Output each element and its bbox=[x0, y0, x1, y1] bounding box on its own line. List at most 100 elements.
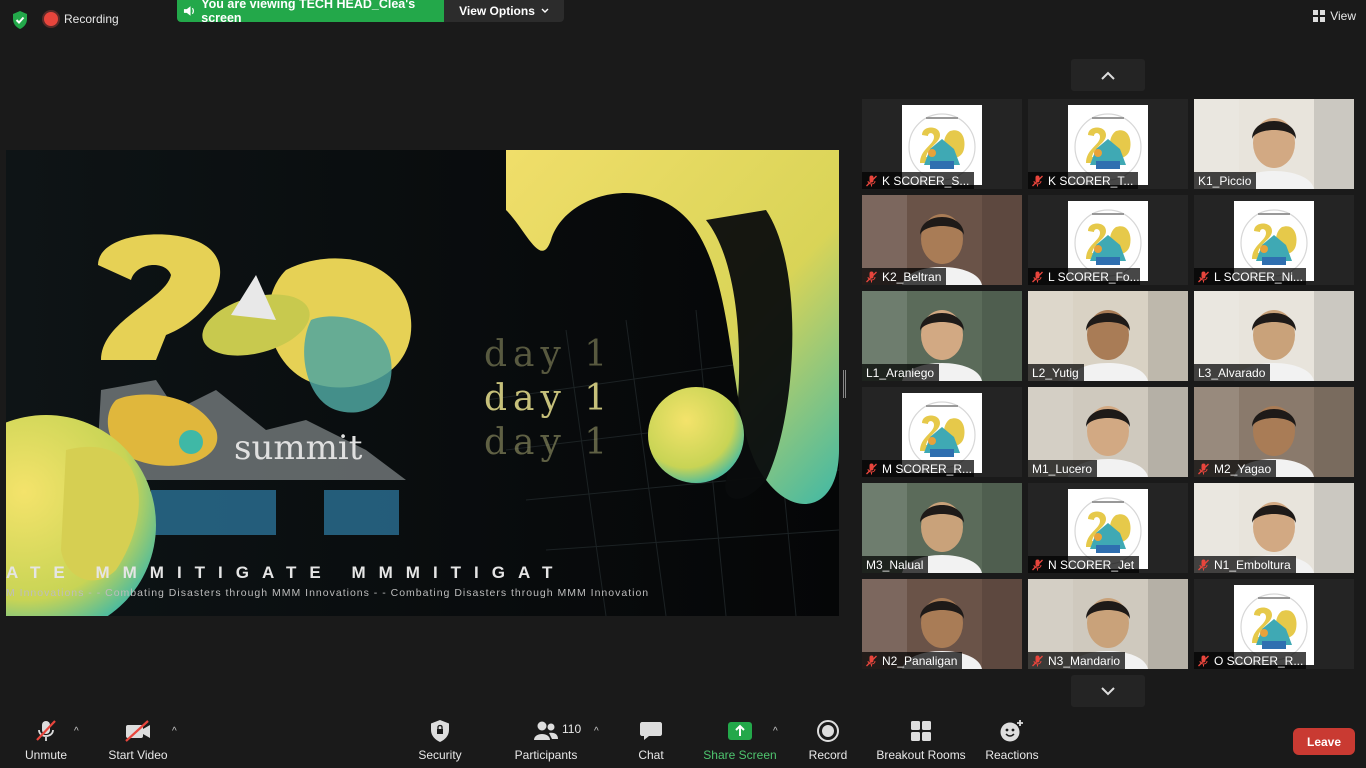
reactions-label: Reactions bbox=[985, 748, 1039, 762]
share-screen-label: Share Screen bbox=[703, 748, 777, 762]
day-text-3: day 1 bbox=[484, 422, 614, 463]
view-options-button[interactable]: View Options bbox=[444, 0, 564, 22]
participant-name-tag: M SCORER_R... bbox=[862, 460, 974, 477]
chevron-down-icon bbox=[541, 8, 549, 13]
muted-microphone-icon bbox=[33, 718, 59, 744]
participant-tile[interactable]: K SCORER_T... bbox=[1028, 99, 1188, 189]
breakout-rooms-label: Breakout Rooms bbox=[876, 748, 966, 762]
shield-icon bbox=[429, 718, 451, 744]
participant-name-tag: L SCORER_Fo... bbox=[1028, 268, 1140, 285]
record-label: Record bbox=[808, 748, 848, 762]
muted-mic-icon bbox=[1198, 655, 1209, 666]
participants-count: 110 bbox=[562, 722, 582, 736]
participant-tile[interactable]: M SCORER_R... bbox=[862, 387, 1022, 477]
start-video-button[interactable]: Start Video bbox=[104, 712, 172, 768]
viewing-screen-banner: You are viewing TECH HEAD_Clea's screen bbox=[177, 0, 444, 25]
muted-mic-icon bbox=[866, 175, 877, 186]
participant-tile[interactable]: K2_Beltran bbox=[862, 195, 1022, 285]
breakout-rooms-icon bbox=[910, 718, 932, 744]
shared-screen: day 1 day 1 day 1 summit ATE MMMITIGATE … bbox=[6, 150, 839, 616]
participant-tile[interactable]: K1_Piccio bbox=[1194, 99, 1354, 189]
participant-tile[interactable]: M2_Yagao bbox=[1194, 387, 1354, 477]
participant-tile[interactable]: K SCORER_S... bbox=[862, 99, 1022, 189]
participant-name-tag: O SCORER_R... bbox=[1194, 652, 1306, 669]
participant-name-tag: K SCORER_T... bbox=[1028, 172, 1139, 189]
participant-name: K SCORER_S... bbox=[882, 173, 970, 188]
muted-mic-icon bbox=[1198, 463, 1209, 474]
participant-tile[interactable]: M1_Lucero bbox=[1028, 387, 1188, 477]
participant-tile[interactable]: N1_Emboltura bbox=[1194, 483, 1354, 573]
participants-icon bbox=[532, 718, 560, 744]
security-shield-icon[interactable] bbox=[10, 10, 30, 30]
recording-dot-icon bbox=[44, 12, 58, 26]
participant-name-tag: K2_Beltran bbox=[862, 268, 947, 285]
participant-name: N3_Mandario bbox=[1048, 653, 1121, 668]
record-button[interactable]: Record bbox=[804, 712, 852, 768]
chat-label: Chat bbox=[638, 748, 664, 762]
audio-options-caret-icon[interactable]: ^ bbox=[74, 726, 79, 737]
participant-name: L1_Araniego bbox=[866, 365, 935, 380]
participant-name: L SCORER_Fo... bbox=[1048, 269, 1140, 284]
unmute-button[interactable]: Unmute bbox=[18, 712, 74, 768]
record-icon bbox=[816, 718, 840, 744]
video-options-caret-icon[interactable]: ^ bbox=[172, 726, 177, 737]
participants-options-caret-icon[interactable]: ^ bbox=[594, 726, 599, 737]
breakout-rooms-button[interactable]: Breakout Rooms bbox=[874, 712, 968, 768]
grid-view-icon bbox=[1313, 10, 1326, 22]
participant-name-tag: M2_Yagao bbox=[1194, 460, 1277, 477]
participant-tile[interactable]: L1_Araniego bbox=[862, 291, 1022, 381]
gallery-next-page-button[interactable] bbox=[1071, 675, 1145, 707]
unmute-label: Unmute bbox=[24, 748, 68, 762]
participant-tile[interactable]: N3_Mandario bbox=[1028, 579, 1188, 669]
participant-name-tag: M1_Lucero bbox=[1028, 460, 1098, 477]
view-label: View bbox=[1330, 9, 1356, 23]
meeting-toolbar: Unmute ^ Start Video ^ Security Particip… bbox=[0, 712, 1366, 768]
participant-name: O SCORER_R... bbox=[1214, 653, 1304, 668]
participant-name: L3_Alvarado bbox=[1198, 365, 1266, 380]
security-button[interactable]: Security bbox=[414, 712, 466, 768]
recording-indicator[interactable]: Recording bbox=[44, 12, 119, 26]
participant-tile[interactable]: L SCORER_Ni... bbox=[1194, 195, 1354, 285]
participant-name: M SCORER_R... bbox=[882, 461, 973, 476]
security-label: Security bbox=[418, 748, 462, 762]
mmmitigate-marquee: ATE MMMITIGATE MMMITIGAT bbox=[6, 563, 566, 582]
participant-name-tag: L3_Alvarado bbox=[1194, 364, 1271, 381]
participant-tile[interactable]: L SCORER_Fo... bbox=[1028, 195, 1188, 285]
day-text-2: day 1 bbox=[484, 378, 614, 419]
participant-name: L SCORER_Ni... bbox=[1214, 269, 1303, 284]
participant-tile[interactable]: L2_Yutig bbox=[1028, 291, 1188, 381]
participant-name: N2_Panaligan bbox=[882, 653, 958, 668]
participant-name: L2_Yutig bbox=[1032, 365, 1079, 380]
participant-tile[interactable]: O SCORER_R... bbox=[1194, 579, 1354, 669]
start-video-label: Start Video bbox=[108, 748, 168, 762]
participant-name-tag: L SCORER_Ni... bbox=[1194, 268, 1306, 285]
muted-mic-icon bbox=[866, 655, 877, 666]
resize-handle[interactable] bbox=[843, 370, 846, 398]
tagline-text: M Innovations - - Combating Disasters th… bbox=[6, 587, 650, 599]
participant-name-tag: N1_Emboltura bbox=[1194, 556, 1296, 573]
shared-screen-artwork bbox=[6, 150, 839, 616]
video-off-icon bbox=[123, 718, 153, 744]
participant-name-tag: N SCORER_Jet bbox=[1028, 556, 1140, 573]
participant-tile[interactable]: N SCORER_Jet bbox=[1028, 483, 1188, 573]
reactions-button[interactable]: Reactions bbox=[984, 712, 1040, 768]
participant-name-tag: N2_Panaligan bbox=[862, 652, 963, 669]
participant-name: N SCORER_Jet bbox=[1048, 557, 1135, 572]
chevron-down-icon bbox=[1101, 686, 1115, 695]
gallery-prev-page-button[interactable] bbox=[1071, 59, 1145, 91]
participants-button[interactable]: Participants bbox=[511, 712, 581, 768]
participant-name-tag: N3_Mandario bbox=[1028, 652, 1126, 669]
share-screen-button[interactable]: Share Screen bbox=[702, 712, 778, 768]
muted-mic-icon bbox=[1032, 271, 1043, 282]
chat-button[interactable]: Chat bbox=[630, 712, 672, 768]
participant-tile[interactable]: M3_Nalual bbox=[862, 483, 1022, 573]
participant-tile[interactable]: N2_Panaligan bbox=[862, 579, 1022, 669]
participant-name: N1_Emboltura bbox=[1214, 557, 1291, 572]
participant-name: K1_Piccio bbox=[1198, 173, 1252, 188]
day-text-1: day 1 bbox=[484, 334, 614, 375]
participant-name: M2_Yagao bbox=[1214, 461, 1272, 476]
leave-button[interactable]: Leave bbox=[1293, 728, 1355, 755]
view-button[interactable]: View bbox=[1313, 9, 1356, 23]
share-options-caret-icon[interactable]: ^ bbox=[773, 726, 778, 737]
participant-tile[interactable]: L3_Alvarado bbox=[1194, 291, 1354, 381]
